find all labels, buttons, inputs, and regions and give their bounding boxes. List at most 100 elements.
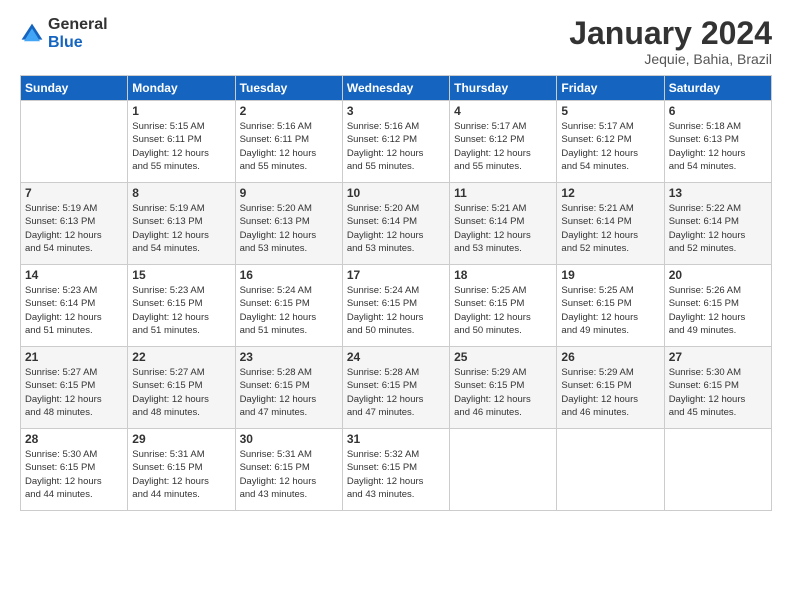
calendar-week-1: 1 Sunrise: 5:15 AM Sunset: 6:11 PM Daylig…	[21, 101, 772, 183]
calendar-cell: 16 Sunrise: 5:24 AM Sunset: 6:15 PM Dayli…	[235, 265, 342, 347]
day-info: Sunrise: 5:31 AM Sunset: 6:15 PM Dayligh…	[240, 448, 338, 501]
day-number: 12	[561, 186, 659, 200]
calendar-week-2: 7 Sunrise: 5:19 AM Sunset: 6:13 PM Daylig…	[21, 183, 772, 265]
calendar-cell: 31 Sunrise: 5:32 AM Sunset: 6:15 PM Dayli…	[342, 429, 449, 511]
calendar-cell	[450, 429, 557, 511]
day-number: 9	[240, 186, 338, 200]
calendar-cell	[557, 429, 664, 511]
day-number: 25	[454, 350, 552, 364]
day-info: Sunrise: 5:31 AM Sunset: 6:15 PM Dayligh…	[132, 448, 230, 501]
day-info: Sunrise: 5:25 AM Sunset: 6:15 PM Dayligh…	[454, 284, 552, 337]
day-number: 3	[347, 104, 445, 118]
calendar-cell: 13 Sunrise: 5:22 AM Sunset: 6:14 PM Dayli…	[664, 183, 771, 265]
calendar-week-4: 21 Sunrise: 5:27 AM Sunset: 6:15 PM Dayli…	[21, 347, 772, 429]
calendar-cell	[21, 101, 128, 183]
logo-blue: Blue	[48, 34, 83, 51]
day-info: Sunrise: 5:15 AM Sunset: 6:11 PM Dayligh…	[132, 120, 230, 173]
day-number: 2	[240, 104, 338, 118]
day-number: 8	[132, 186, 230, 200]
calendar-cell: 24 Sunrise: 5:28 AM Sunset: 6:15 PM Dayli…	[342, 347, 449, 429]
day-info: Sunrise: 5:27 AM Sunset: 6:15 PM Dayligh…	[132, 366, 230, 419]
day-number: 19	[561, 268, 659, 282]
day-info: Sunrise: 5:25 AM Sunset: 6:15 PM Dayligh…	[561, 284, 659, 337]
logo: General Blue	[20, 16, 108, 52]
calendar-subtitle: Jequie, Bahia, Brazil	[569, 51, 772, 67]
day-info: Sunrise: 5:30 AM Sunset: 6:15 PM Dayligh…	[669, 366, 767, 419]
day-info: Sunrise: 5:17 AM Sunset: 6:12 PM Dayligh…	[561, 120, 659, 173]
day-info: Sunrise: 5:22 AM Sunset: 6:14 PM Dayligh…	[669, 202, 767, 255]
calendar-cell: 10Sunrise: 5:20 AM Sunset: 6:14 PM Dayli…	[342, 183, 449, 265]
calendar-cell: 12 Sunrise: 5:21 AM Sunset: 6:14 PM Dayli…	[557, 183, 664, 265]
calendar-cell: 18 Sunrise: 5:25 AM Sunset: 6:15 PM Dayli…	[450, 265, 557, 347]
calendar-cell: 14Sunrise: 5:23 AM Sunset: 6:14 PM Dayli…	[21, 265, 128, 347]
day-info: Sunrise: 5:23 AM Sunset: 6:15 PM Dayligh…	[132, 284, 230, 337]
calendar-cell: 30 Sunrise: 5:31 AM Sunset: 6:15 PM Dayli…	[235, 429, 342, 511]
day-info: Sunrise: 5:16 AM Sunset: 6:11 PM Dayligh…	[240, 120, 338, 173]
day-info: Sunrise: 5:17 AM Sunset: 6:12 PM Dayligh…	[454, 120, 552, 173]
calendar-cell: 1 Sunrise: 5:15 AM Sunset: 6:11 PM Daylig…	[128, 101, 235, 183]
day-info: Sunrise: 5:28 AM Sunset: 6:15 PM Dayligh…	[240, 366, 338, 419]
day-number: 21	[25, 350, 123, 364]
day-info: Sunrise: 5:24 AM Sunset: 6:15 PM Dayligh…	[240, 284, 338, 337]
calendar-cell: 29Sunrise: 5:31 AM Sunset: 6:15 PM Dayli…	[128, 429, 235, 511]
page: General Blue January 2024 Jequie, Bahia,…	[0, 0, 792, 612]
day-info: Sunrise: 5:19 AM Sunset: 6:13 PM Dayligh…	[132, 202, 230, 255]
day-number: 23	[240, 350, 338, 364]
calendar-cell: 17Sunrise: 5:24 AM Sunset: 6:15 PM Dayli…	[342, 265, 449, 347]
calendar-week-3: 14Sunrise: 5:23 AM Sunset: 6:14 PM Dayli…	[21, 265, 772, 347]
calendar-cell: 6 Sunrise: 5:18 AM Sunset: 6:13 PM Daylig…	[664, 101, 771, 183]
calendar-cell: 15Sunrise: 5:23 AM Sunset: 6:15 PM Dayli…	[128, 265, 235, 347]
calendar-cell: 23 Sunrise: 5:28 AM Sunset: 6:15 PM Dayli…	[235, 347, 342, 429]
day-number: 7	[25, 186, 123, 200]
calendar-cell: 2 Sunrise: 5:16 AM Sunset: 6:11 PM Daylig…	[235, 101, 342, 183]
calendar-cell: 20 Sunrise: 5:26 AM Sunset: 6:15 PM Dayli…	[664, 265, 771, 347]
day-info: Sunrise: 5:21 AM Sunset: 6:14 PM Dayligh…	[454, 202, 552, 255]
calendar-cell: 21 Sunrise: 5:27 AM Sunset: 6:15 PM Dayli…	[21, 347, 128, 429]
calendar-cell: 28Sunrise: 5:30 AM Sunset: 6:15 PM Dayli…	[21, 429, 128, 511]
day-number: 20	[669, 268, 767, 282]
col-thursday: Thursday	[450, 76, 557, 101]
header: General Blue January 2024 Jequie, Bahia,…	[20, 16, 772, 67]
title-block: January 2024 Jequie, Bahia, Brazil	[569, 16, 772, 67]
header-row: Sunday Monday Tuesday Wednesday Thursday…	[21, 76, 772, 101]
day-info: Sunrise: 5:21 AM Sunset: 6:14 PM Dayligh…	[561, 202, 659, 255]
day-info: Sunrise: 5:26 AM Sunset: 6:15 PM Dayligh…	[669, 284, 767, 337]
col-wednesday: Wednesday	[342, 76, 449, 101]
day-info: Sunrise: 5:24 AM Sunset: 6:15 PM Dayligh…	[347, 284, 445, 337]
day-number: 31	[347, 432, 445, 446]
day-info: Sunrise: 5:19 AM Sunset: 6:13 PM Dayligh…	[25, 202, 123, 255]
calendar-cell: 26 Sunrise: 5:29 AM Sunset: 6:15 PM Dayli…	[557, 347, 664, 429]
day-info: Sunrise: 5:27 AM Sunset: 6:15 PM Dayligh…	[25, 366, 123, 419]
calendar-cell: 4 Sunrise: 5:17 AM Sunset: 6:12 PM Daylig…	[450, 101, 557, 183]
day-number: 16	[240, 268, 338, 282]
calendar-cell: 9Sunrise: 5:20 AM Sunset: 6:13 PM Daylig…	[235, 183, 342, 265]
calendar-cell: 3 Sunrise: 5:16 AM Sunset: 6:12 PM Daylig…	[342, 101, 449, 183]
day-number: 1	[132, 104, 230, 118]
calendar-body: 1 Sunrise: 5:15 AM Sunset: 6:11 PM Daylig…	[21, 101, 772, 511]
day-info: Sunrise: 5:28 AM Sunset: 6:15 PM Dayligh…	[347, 366, 445, 419]
calendar-header: Sunday Monday Tuesday Wednesday Thursday…	[21, 76, 772, 101]
col-friday: Friday	[557, 76, 664, 101]
day-info: Sunrise: 5:29 AM Sunset: 6:15 PM Dayligh…	[454, 366, 552, 419]
calendar-cell: 27 Sunrise: 5:30 AM Sunset: 6:15 PM Dayli…	[664, 347, 771, 429]
day-number: 13	[669, 186, 767, 200]
calendar-title: January 2024	[569, 16, 772, 51]
day-number: 6	[669, 104, 767, 118]
day-info: Sunrise: 5:29 AM Sunset: 6:15 PM Dayligh…	[561, 366, 659, 419]
day-info: Sunrise: 5:18 AM Sunset: 6:13 PM Dayligh…	[669, 120, 767, 173]
calendar-cell: 19 Sunrise: 5:25 AM Sunset: 6:15 PM Dayli…	[557, 265, 664, 347]
day-number: 18	[454, 268, 552, 282]
day-number: 27	[669, 350, 767, 364]
calendar-week-5: 28Sunrise: 5:30 AM Sunset: 6:15 PM Dayli…	[21, 429, 772, 511]
calendar-cell: 25 Sunrise: 5:29 AM Sunset: 6:15 PM Dayli…	[450, 347, 557, 429]
day-number: 24	[347, 350, 445, 364]
day-number: 4	[454, 104, 552, 118]
day-info: Sunrise: 5:16 AM Sunset: 6:12 PM Dayligh…	[347, 120, 445, 173]
col-saturday: Saturday	[664, 76, 771, 101]
calendar-cell	[664, 429, 771, 511]
day-number: 30	[240, 432, 338, 446]
day-info: Sunrise: 5:32 AM Sunset: 6:15 PM Dayligh…	[347, 448, 445, 501]
col-monday: Monday	[128, 76, 235, 101]
day-number: 10	[347, 186, 445, 200]
day-number: 26	[561, 350, 659, 364]
